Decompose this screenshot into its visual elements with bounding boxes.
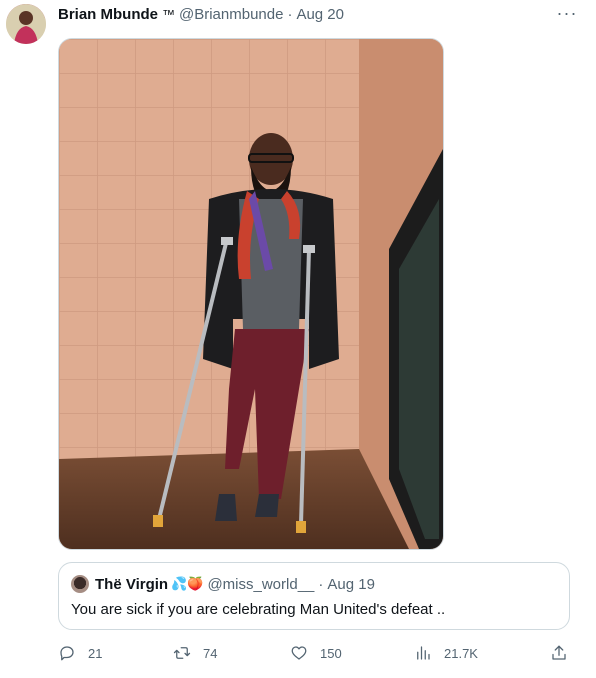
retweet-icon [173,647,191,659]
tweet: Brian Mbunde ™ @Brianmbunde · Aug 20 ··· [0,0,596,678]
like-count: 150 [320,645,342,661]
tweet-date[interactable]: Aug 20 [296,6,344,23]
retweet-count: 74 [203,645,218,661]
quoted-separator-dot: · [318,575,324,593]
author-avatar[interactable] [6,4,46,44]
photo-illustration [59,39,443,549]
trademark-badge: ™ [162,6,175,22]
views-count: 21.7K [444,645,478,661]
views-bar-chart-icon [417,646,430,660]
author-name[interactable]: Brian Mbunde [58,6,158,23]
quoted-tweet[interactable]: Thë Virgin 💦🍑 @miss_world__ · Aug 19 You… [58,562,570,630]
quoted-header: Thë Virgin 💦🍑 @miss_world__ · Aug 19 [71,575,375,593]
avatar-image [6,4,46,44]
quoted-author-handle: @miss_world__ [207,575,315,593]
tweet-photo[interactable] [58,38,444,550]
reply-button[interactable]: 21 [58,644,102,662]
reply-icon [60,646,74,661]
author-handle[interactable]: @Brianmbunde [179,6,283,23]
separator-dot: · [287,5,293,23]
action-bar: 21 74 150 21.7K [58,644,570,668]
share-icon [552,645,566,660]
quoted-avatar[interactable] [71,575,89,593]
more-options-icon[interactable]: ··· [556,2,578,24]
quoted-text: You are sick if you are celebrating Man … [71,601,446,618]
views-button[interactable]: 21.7K [414,644,478,662]
quoted-name-emojis: 💦🍑 [171,576,204,591]
like-button[interactable]: 150 [290,644,342,662]
reply-count: 21 [88,645,103,661]
quoted-date: Aug 19 [327,575,375,593]
quoted-author-name: Thë Virgin [95,575,169,593]
retweet-button[interactable]: 74 [173,644,217,662]
heart-icon [291,646,307,660]
share-button[interactable] [550,644,568,662]
tweet-header: Brian Mbunde ™ @Brianmbunde · Aug 20 [58,4,566,24]
